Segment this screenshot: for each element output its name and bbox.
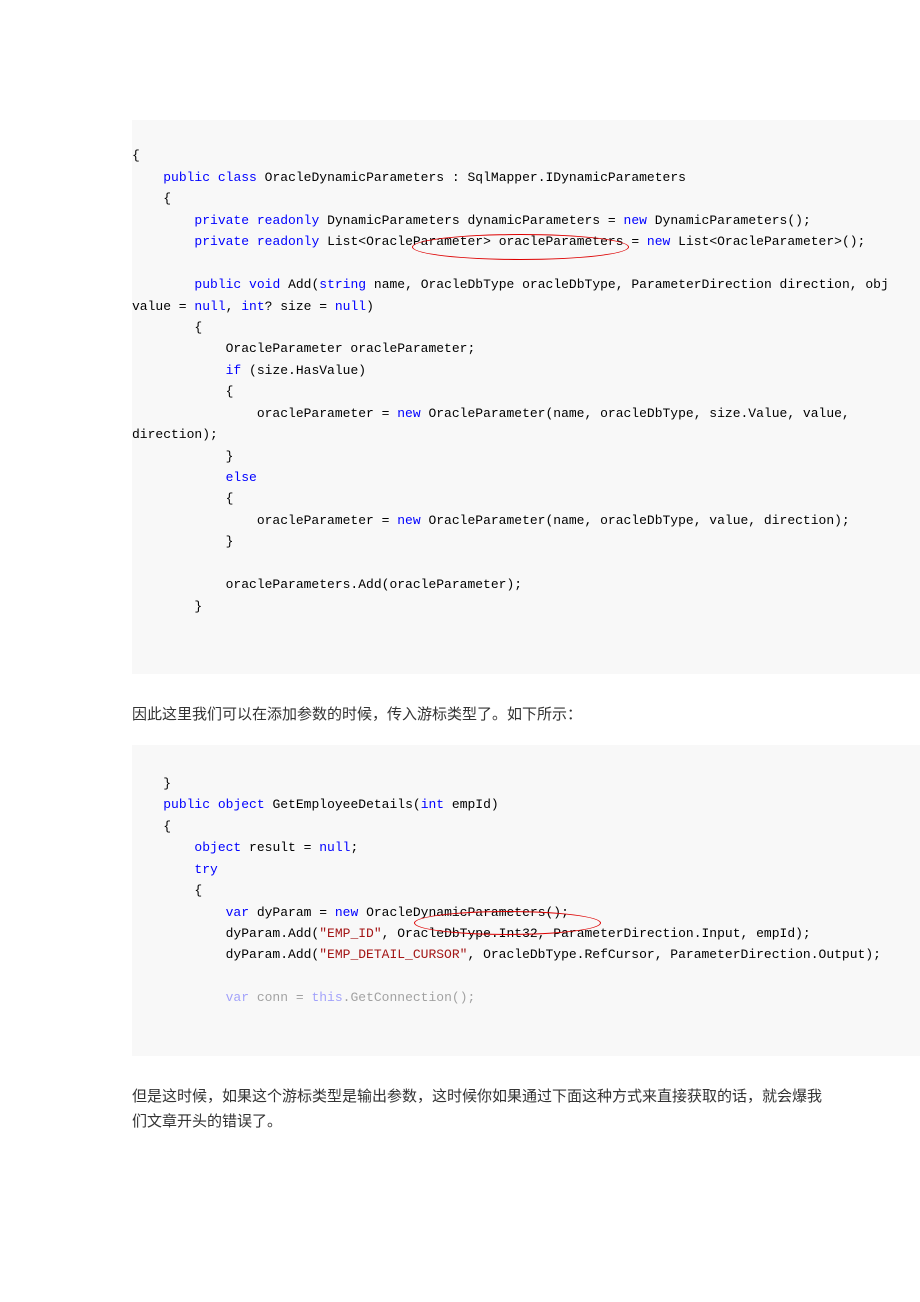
code-line: } — [132, 776, 171, 791]
code-line: else — [132, 470, 257, 485]
code-line: } — [132, 449, 233, 464]
code-line: { — [132, 320, 202, 335]
code-line: { — [132, 819, 171, 834]
code-line: dyParam.Add("EMP_ID", OracleDbType.Int32… — [132, 926, 811, 941]
code-line: } — [132, 599, 202, 614]
code-line: { — [132, 491, 233, 506]
code-line: try — [132, 862, 218, 877]
article-content: { public class OracleDynamicParameters :… — [0, 120, 920, 1135]
code-line: if (size.HasValue) — [132, 363, 366, 378]
code-line: private readonly List<OracleParameter> o… — [132, 234, 865, 249]
code-line: private readonly DynamicParameters dynam… — [132, 213, 811, 228]
code-line: { — [132, 148, 140, 163]
code-line: { — [132, 883, 202, 898]
code-line: } — [132, 534, 233, 549]
code-line: { — [132, 191, 171, 206]
code-line: value = null, int? size = null) — [132, 299, 374, 314]
code-line: direction); — [132, 427, 218, 442]
code-line: var conn = this.GetConnection(); — [132, 990, 475, 1005]
code-line: var dyParam = new OracleDynamicParameter… — [132, 905, 569, 920]
code-line: public void Add(string name, OracleDbTyp… — [132, 277, 889, 292]
code-line: object result = null; — [132, 840, 358, 855]
code-line: OracleParameter oracleParameter; — [132, 341, 475, 356]
article-paragraph-1: 因此这里我们可以在添加参数的时候，传入游标类型了。如下所示： — [132, 702, 832, 728]
code-line: oracleParameters.Add(oracleParameter); — [132, 577, 522, 592]
code-line: dyParam.Add("EMP_DETAIL_CURSOR", OracleD… — [132, 947, 881, 962]
code-block-2: } public object GetEmployeeDetails(int e… — [132, 745, 920, 1055]
code-line: oracleParameter = new OracleParameter(na… — [132, 513, 850, 528]
code-block-1: { public class OracleDynamicParameters :… — [132, 120, 920, 674]
code-line: oracleParameter = new OracleParameter(na… — [132, 406, 858, 421]
code-line: public class OracleDynamicParameters : S… — [132, 170, 686, 185]
code-line: public object GetEmployeeDetails(int emp… — [132, 797, 499, 812]
article-paragraph-2: 但是这时候，如果这个游标类型是输出参数，这时候你如果通过下面这种方式来直接获取的… — [132, 1084, 832, 1135]
code-line: { — [132, 384, 233, 399]
